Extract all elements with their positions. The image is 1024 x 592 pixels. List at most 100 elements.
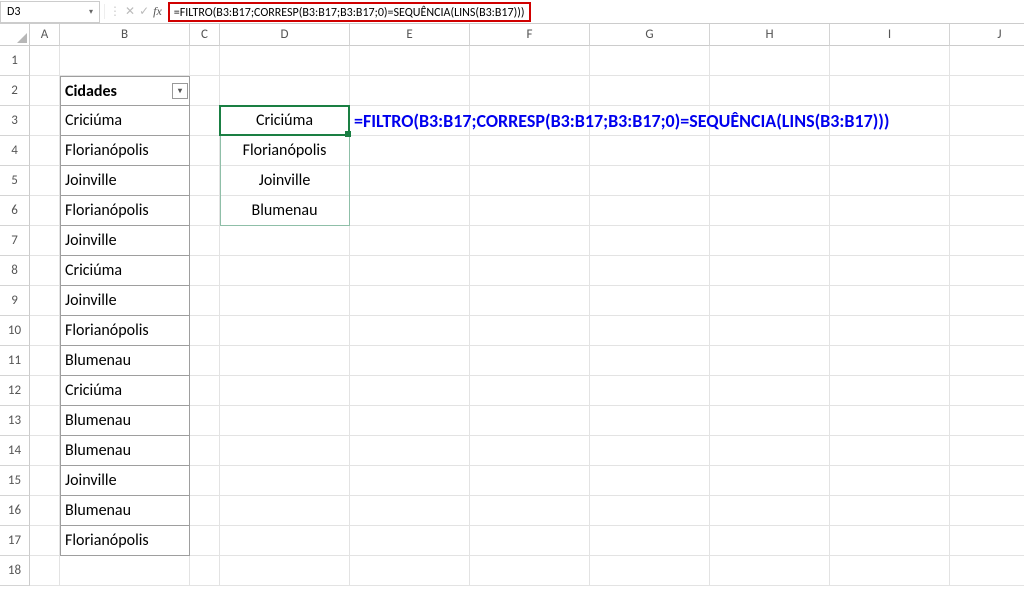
cell-A17[interactable] [30,526,60,556]
cell-B12[interactable]: Criciúma [60,376,190,406]
cell-E2[interactable] [350,76,470,106]
cell-I5[interactable] [830,166,950,196]
cell-E3[interactable]: =FILTRO(B3:B17;CORRESP(B3:B17;B3:B17;0)=… [350,106,470,136]
cell-G2[interactable] [590,76,710,106]
cell-E15[interactable] [350,466,470,496]
cell-H4[interactable] [710,136,830,166]
cell-A7[interactable] [30,226,60,256]
cell-I17[interactable] [830,526,950,556]
cell-J10[interactable] [950,316,1024,346]
cell-J9[interactable] [950,286,1024,316]
row-header-6[interactable]: 6 [0,196,30,226]
cell-I2[interactable] [830,76,950,106]
cell-G8[interactable] [590,256,710,286]
cell-D14[interactable] [220,436,350,466]
cell-A8[interactable] [30,256,60,286]
cell-A11[interactable] [30,346,60,376]
cell-E10[interactable] [350,316,470,346]
cell-E1[interactable] [350,46,470,76]
cell-C14[interactable] [190,436,220,466]
cell-C17[interactable] [190,526,220,556]
cell-G10[interactable] [590,316,710,346]
cell-F14[interactable] [470,436,590,466]
cancel-icon[interactable]: ✕ [125,4,135,19]
cell-E5[interactable] [350,166,470,196]
cell-G18[interactable] [590,556,710,586]
cell-D12[interactable] [220,376,350,406]
cell-E17[interactable] [350,526,470,556]
cell-I9[interactable] [830,286,950,316]
cell-F5[interactable] [470,166,590,196]
cell-J8[interactable] [950,256,1024,286]
row-header-14[interactable]: 14 [0,436,30,466]
cell-H1[interactable] [710,46,830,76]
col-header-C[interactable]: C [190,24,220,46]
formula-input[interactable]: =FILTRO(B3:B17;CORRESP(B3:B17;B3:B17;0)=… [168,2,531,22]
cell-I15[interactable] [830,466,950,496]
cell-F17[interactable] [470,526,590,556]
cell-C6[interactable] [190,196,220,226]
cell-A6[interactable] [30,196,60,226]
cell-H12[interactable] [710,376,830,406]
cell-F2[interactable] [470,76,590,106]
row-header-2[interactable]: 2 [0,76,30,106]
cell-B5[interactable]: Joinville [60,166,190,196]
cell-C16[interactable] [190,496,220,526]
cell-C5[interactable] [190,166,220,196]
cell-C12[interactable] [190,376,220,406]
cell-J7[interactable] [950,226,1024,256]
cell-I16[interactable] [830,496,950,526]
cell-B7[interactable]: Joinville [60,226,190,256]
cell-D8[interactable] [220,256,350,286]
cell-H8[interactable] [710,256,830,286]
cell-F11[interactable] [470,346,590,376]
cell-D6[interactable]: Blumenau [220,196,350,226]
cell-D18[interactable] [220,556,350,586]
cell-E7[interactable] [350,226,470,256]
cell-G17[interactable] [590,526,710,556]
cell-H17[interactable] [710,526,830,556]
cell-D3[interactable]: Criciúma [220,106,350,136]
cell-B18[interactable] [60,556,190,586]
cell-H18[interactable] [710,556,830,586]
cell-C3[interactable] [190,106,220,136]
row-header-9[interactable]: 9 [0,286,30,316]
cell-B6[interactable]: Florianópolis [60,196,190,226]
cell-G15[interactable] [590,466,710,496]
cell-F4[interactable] [470,136,590,166]
cell-D4[interactable]: Florianópolis [220,136,350,166]
cell-B15[interactable]: Joinville [60,466,190,496]
cell-F16[interactable] [470,496,590,526]
col-header-F[interactable]: F [470,24,590,46]
cell-E11[interactable] [350,346,470,376]
cell-C18[interactable] [190,556,220,586]
cell-J3[interactable] [950,106,1024,136]
cell-B16[interactable]: Blumenau [60,496,190,526]
cell-F9[interactable] [470,286,590,316]
cell-J1[interactable] [950,46,1024,76]
cell-G6[interactable] [590,196,710,226]
cell-J4[interactable] [950,136,1024,166]
row-header-11[interactable]: 11 [0,346,30,376]
cell-E14[interactable] [350,436,470,466]
cell-H2[interactable] [710,76,830,106]
row-header-17[interactable]: 17 [0,526,30,556]
cell-C9[interactable] [190,286,220,316]
cell-A13[interactable] [30,406,60,436]
cell-A16[interactable] [30,496,60,526]
cell-B9[interactable]: Joinville [60,286,190,316]
cell-F15[interactable] [470,466,590,496]
cell-F6[interactable] [470,196,590,226]
row-header-7[interactable]: 7 [0,226,30,256]
cell-C1[interactable] [190,46,220,76]
cell-E6[interactable] [350,196,470,226]
row-header-13[interactable]: 13 [0,406,30,436]
cell-D1[interactable] [220,46,350,76]
formula-input-wrap[interactable]: =FILTRO(B3:B17;CORRESP(B3:B17;B3:B17;0)=… [166,1,1024,23]
row-header-4[interactable]: 4 [0,136,30,166]
cell-B2-table-header[interactable]: Cidades ▾ [60,76,190,106]
cell-H10[interactable] [710,316,830,346]
name-box-dropdown-icon[interactable]: ▾ [89,7,93,17]
cell-E8[interactable] [350,256,470,286]
cell-H9[interactable] [710,286,830,316]
